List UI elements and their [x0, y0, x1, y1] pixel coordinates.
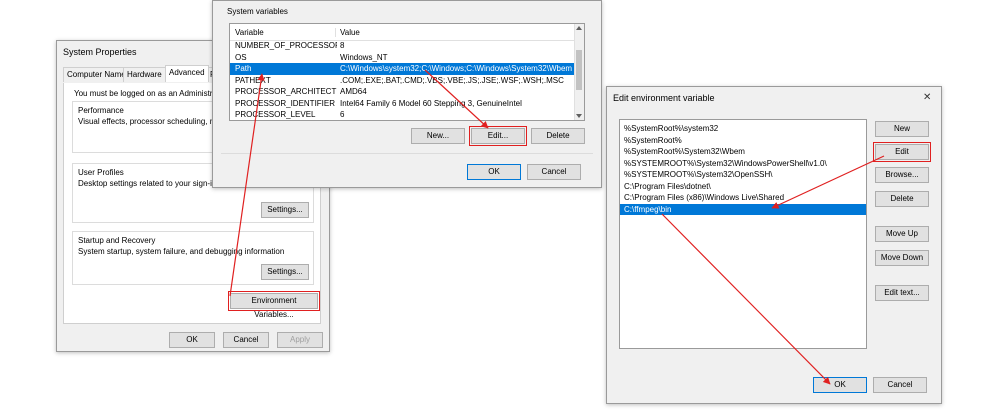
new-variable-button[interactable]: New... — [411, 128, 465, 144]
column-header-value[interactable]: Value — [340, 28, 570, 37]
move-down-button[interactable]: Move Down — [875, 250, 929, 266]
new-entry-button[interactable]: New — [875, 121, 929, 137]
table-row[interactable]: PROCESSOR_ARCHITECTURE AMD64 — [230, 86, 574, 98]
table-header: Variable Value — [230, 24, 574, 41]
tab-advanced[interactable]: Advanced — [165, 65, 209, 82]
list-item[interactable]: C:\Program Files\dotnet\ — [620, 181, 866, 193]
cancel-button[interactable]: Cancel — [527, 164, 581, 180]
scrollbar-thumb[interactable] — [576, 50, 582, 90]
startup-recovery-group: Startup and Recovery System startup, sys… — [72, 231, 314, 285]
list-item[interactable]: %SystemRoot%\System32\Wbem — [620, 146, 866, 158]
edit-variable-button[interactable]: Edit... — [469, 126, 527, 146]
table-body: NUMBER_OF_PROCESSORS 8 OS Windows_NT Pat… — [230, 40, 574, 120]
list-item[interactable]: %SystemRoot%\system32 — [620, 123, 866, 135]
list-item[interactable]: %SystemRoot% — [620, 135, 866, 147]
list-item[interactable]: %SYSTEMROOT%\System32\WindowsPowerShell\… — [620, 158, 866, 170]
system-variables-label: System variables — [227, 7, 288, 16]
column-header-variable[interactable]: Variable — [235, 28, 336, 37]
close-icon[interactable]: ✕ — [923, 92, 931, 103]
divider — [221, 153, 593, 154]
tab-computer-name[interactable]: Computer Name — [63, 67, 130, 82]
list-item[interactable]: C:\Program Files (x86)\Windows Live\Shar… — [620, 192, 866, 204]
vertical-scrollbar[interactable] — [574, 24, 584, 120]
browse-button[interactable]: Browse... — [875, 167, 929, 183]
cancel-button[interactable]: Cancel — [223, 332, 269, 348]
move-up-button[interactable]: Move Up — [875, 226, 929, 242]
table-row[interactable]: OS Windows_NT — [230, 52, 574, 64]
user-profiles-desc: Desktop settings related to your sign-in — [78, 179, 217, 188]
delete-entry-button[interactable]: Delete — [875, 191, 929, 207]
environment-variables-button[interactable]: Environment Variables... — [228, 291, 320, 319]
table-row[interactable]: PROCESSOR_IDENTIFIER Intel64 Family 6 Mo… — [230, 98, 574, 110]
edit-entry-button[interactable]: Edit — [873, 142, 931, 162]
ok-button[interactable]: OK — [813, 377, 867, 393]
window-title: System Properties — [63, 47, 137, 57]
ok-button[interactable]: OK — [169, 332, 215, 348]
scroll-up-arrow-icon[interactable] — [576, 26, 582, 30]
table-row-selected[interactable]: Path C:\Windows\system32;C:\Windows;C:\W… — [230, 63, 574, 75]
startup-recovery-desc: System startup, system failure, and debu… — [78, 247, 285, 256]
delete-variable-button[interactable]: Delete — [531, 128, 585, 144]
cancel-button[interactable]: Cancel — [873, 377, 927, 393]
list-item-selected[interactable]: C:\ffmpeg\bin — [620, 203, 866, 215]
table-row[interactable]: PATHEXT .COM;.EXE;.BAT;.CMD;.VBS;.VBE;.J… — [230, 75, 574, 87]
path-entries-list: %SystemRoot%\system32 %SystemRoot% %Syst… — [619, 119, 867, 349]
startup-settings-button[interactable]: Settings... — [261, 264, 309, 280]
admin-note: You must be logged on as an Administrato… — [74, 89, 231, 98]
performance-title: Performance — [78, 106, 124, 115]
edit-environment-variable-window: Edit environment variable ✕ %SystemRoot%… — [606, 86, 942, 404]
user-profiles-title: User Profiles — [78, 168, 124, 177]
performance-desc: Visual effects, processor scheduling, me… — [78, 117, 233, 126]
window-title: Edit environment variable — [613, 93, 715, 103]
scroll-down-arrow-icon[interactable] — [576, 114, 582, 118]
list-item[interactable]: %SYSTEMROOT%\System32\OpenSSH\ — [620, 169, 866, 181]
tab-hardware[interactable]: Hardware — [123, 67, 166, 82]
apply-button[interactable]: Apply — [277, 332, 323, 348]
startup-recovery-title: Startup and Recovery — [78, 236, 156, 245]
table-row[interactable]: PROCESSOR_LEVEL 6 — [230, 109, 574, 120]
user-profiles-settings-button[interactable]: Settings... — [261, 202, 309, 218]
ok-button[interactable]: OK — [467, 164, 521, 180]
edit-text-button[interactable]: Edit text... — [875, 285, 929, 301]
table-row[interactable]: NUMBER_OF_PROCESSORS 8 — [230, 40, 574, 52]
environment-variables-window: System variables Variable Value NUMBER_O… — [212, 0, 602, 188]
system-variables-table: Variable Value NUMBER_OF_PROCESSORS 8 OS… — [229, 23, 585, 121]
